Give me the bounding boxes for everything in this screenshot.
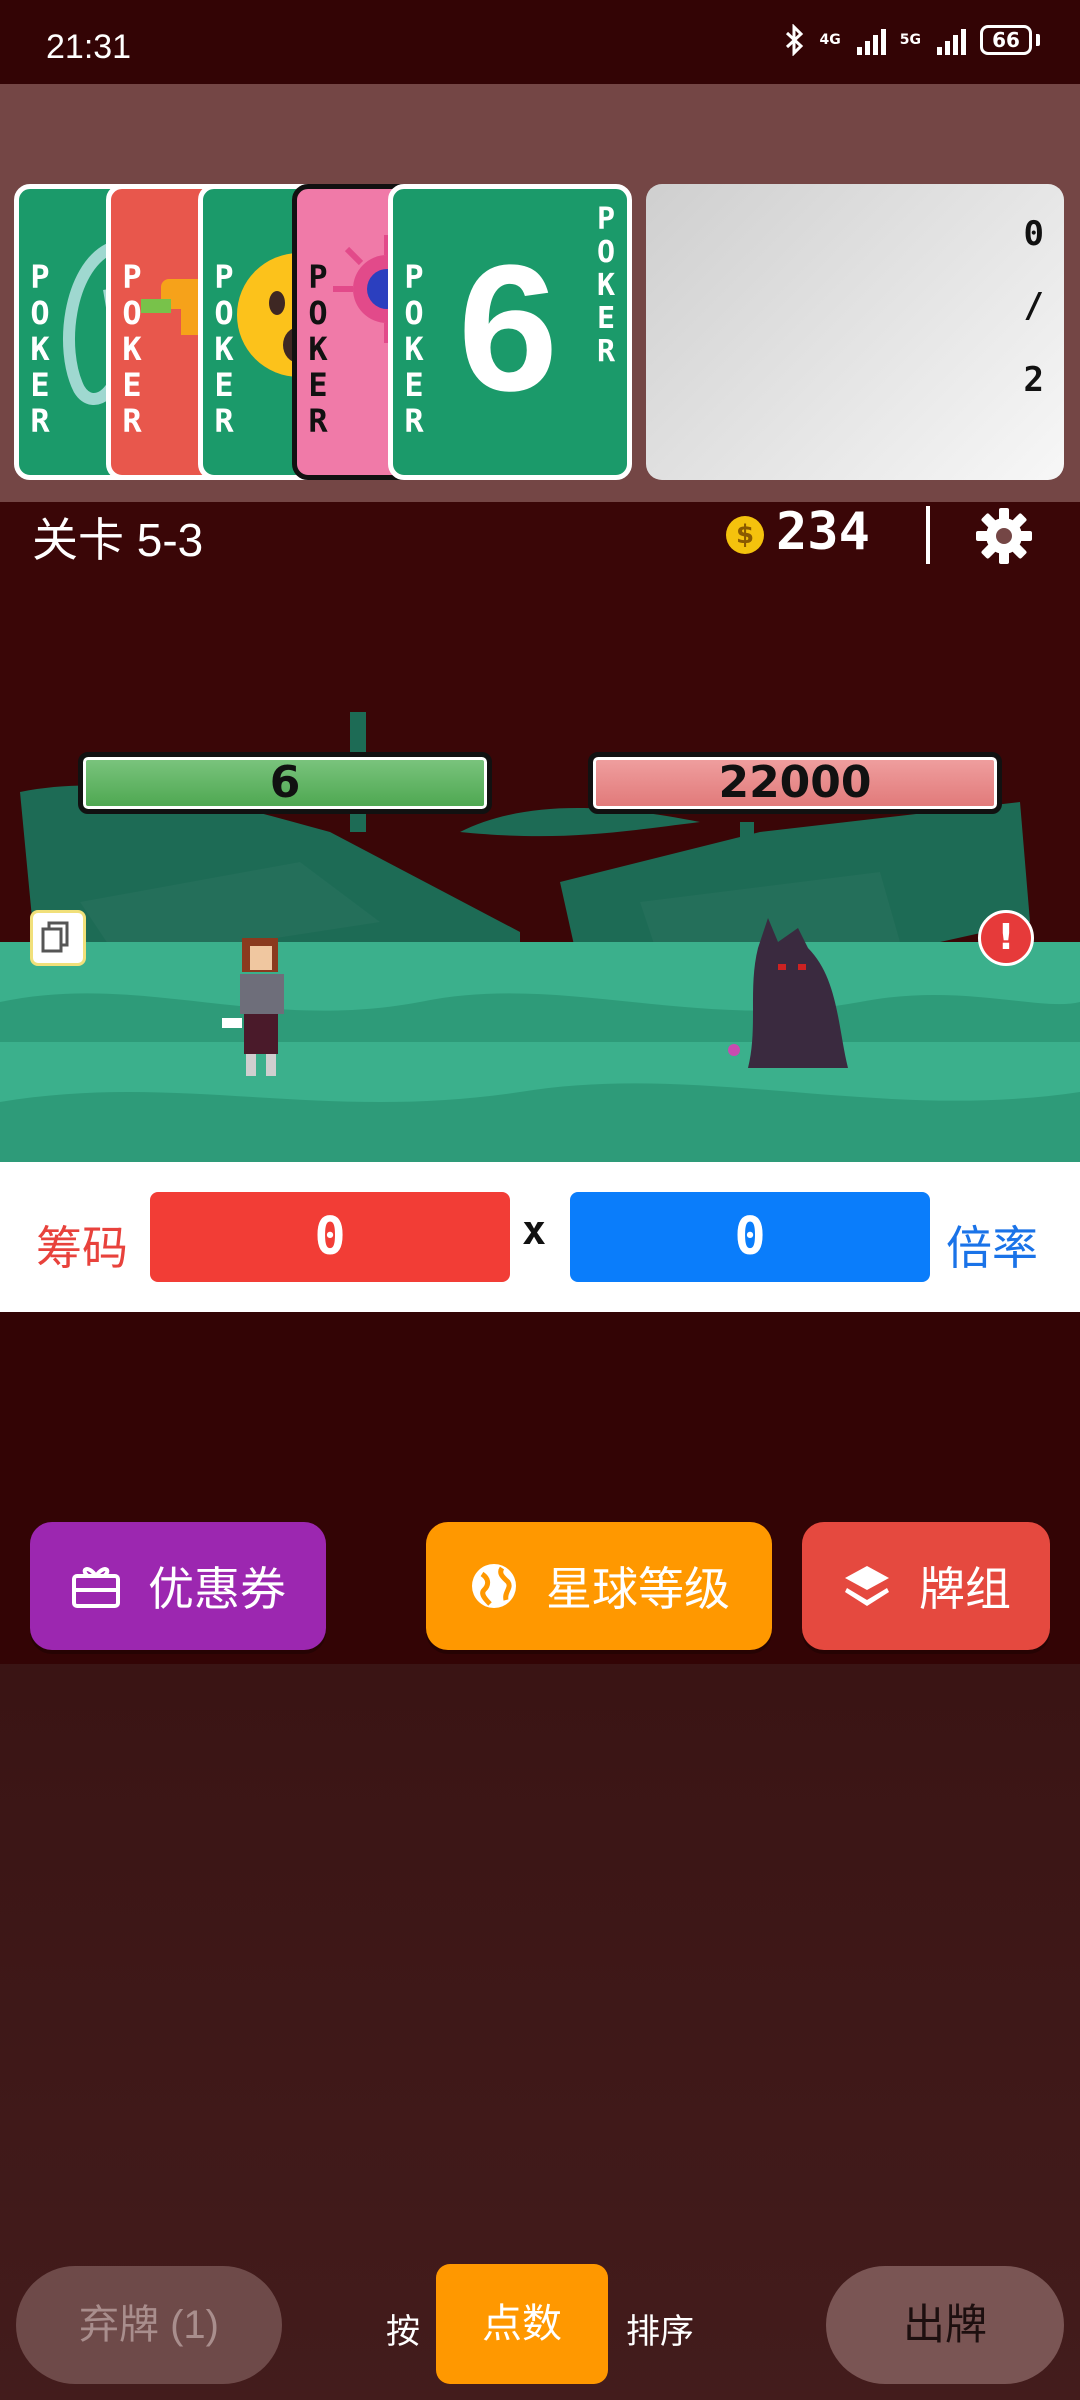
discard-button[interactable]: 弃牌 (1) [16,2266,282,2384]
hand-max: 2 [1023,360,1044,400]
hand-info-panel: 0 / 2 [646,184,1064,480]
card-brand-label-side: P O K E R [596,202,616,369]
deck-label: 牌组 [919,1563,1011,1615]
gift-card-icon [72,1567,120,1608]
coupon-label: 优惠券 [148,1563,286,1615]
play-hand-button[interactable]: 出牌 [826,2266,1064,2384]
enemy-monster [728,918,848,1068]
card-value: 6 [457,228,559,429]
hand-card-six[interactable]: P O K E R 6 P O K E R [388,184,632,480]
bluetooth-icon [785,24,803,56]
globe-icon [472,1564,516,1608]
signal-icon [856,25,886,55]
status-icons: 4G 5G 66 [784,24,1040,56]
clock: 21:31 [46,28,132,66]
sea-waves [0,993,1080,1162]
multiplier-label: 倍率 [946,1222,1038,1274]
deck-button[interactable]: 牌组 [802,1522,1050,1650]
alert-button[interactable]: ! [978,910,1034,966]
sort-mode-button[interactable]: 点数 [436,2264,608,2384]
battery-icon: 66 [980,25,1032,55]
copy-button[interactable] [30,910,86,966]
sort-prefix-label: 按 [386,2313,420,2351]
action-panel: 优惠券 星球等级 牌组 [0,1312,1080,1664]
multiply-sign: x [522,1208,547,1254]
planet-level-button[interactable]: 星球等级 [426,1522,772,1650]
score-bar: 筹码 0 x 0 倍率 [0,1162,1080,1312]
battery-tip [1036,34,1040,46]
chips-label: 筹码 [36,1222,128,1274]
hand-separator: / [1023,286,1044,326]
multiplier-value: 0 [570,1192,930,1282]
signal-icon-2 [937,25,966,55]
network-4g-label: 4G [819,32,841,48]
status-bar: 21:31 4G 5G 66 [0,0,1080,84]
top-bar: P O K E R P O K E R P O K E R P O K E R … [0,84,1080,566]
network-5g-label: 5G [899,32,921,48]
copy-icon [41,921,69,953]
chips-value: 0 [150,1192,510,1282]
planet-level-label: 星球等级 [546,1563,730,1615]
coupon-button[interactable]: 优惠券 [30,1522,326,1650]
player-hp-bar: 6 [78,752,492,814]
player-character [222,938,284,1076]
hand-count: 0 [1023,214,1044,254]
layers-icon [845,1566,889,1606]
sort-suffix-label: 排序 [626,2313,694,2351]
battle-scene: 6 22000 ! [0,502,1080,1162]
enemy-hp-bar: 22000 [588,752,1002,814]
card-brand-label: P O K E R [404,258,424,440]
